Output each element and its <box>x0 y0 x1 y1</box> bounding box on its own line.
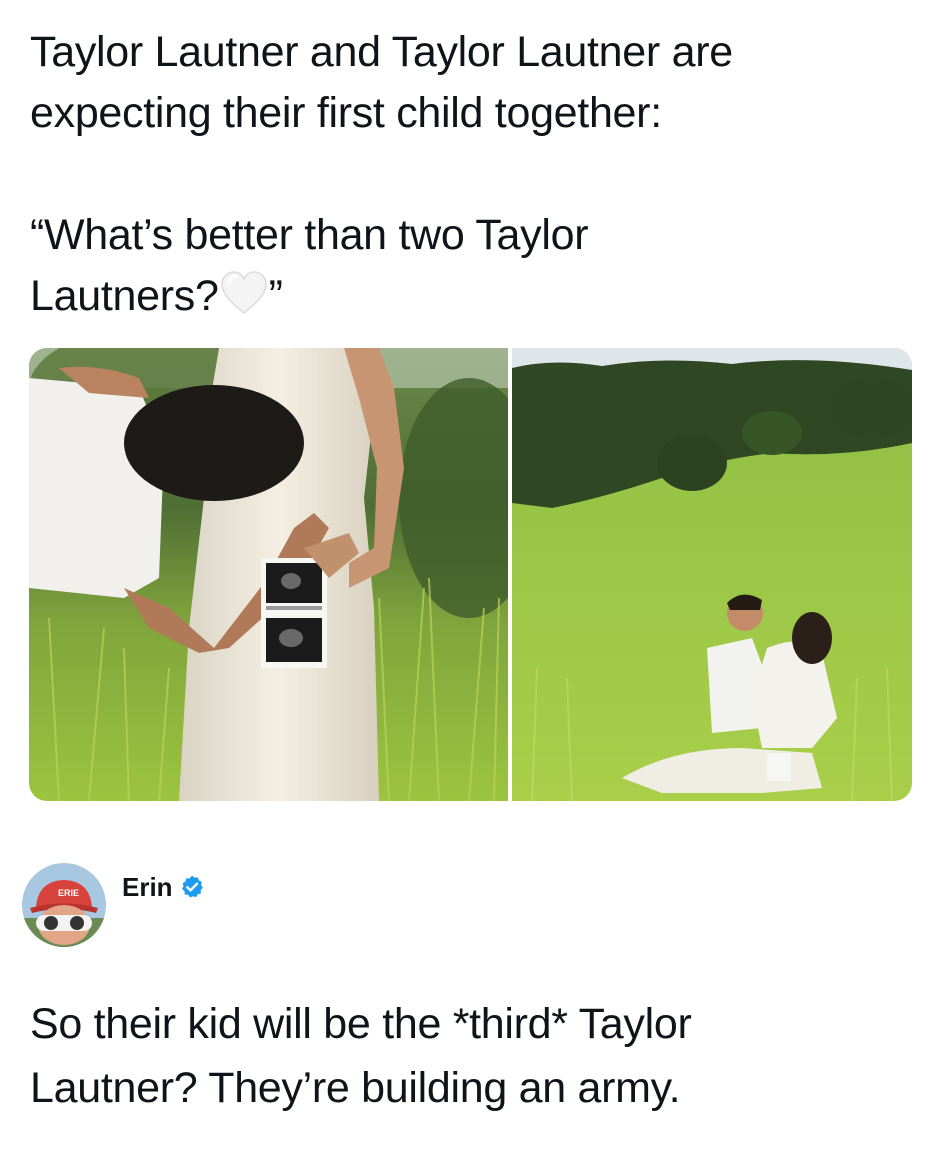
reply-author-row: Erin <box>122 872 205 902</box>
post-text-quote-end: ” <box>268 272 283 320</box>
post-text: Taylor Lautner and Taylor Lautner are ex… <box>30 22 890 333</box>
svg-text:ERIE: ERIE <box>58 888 79 898</box>
reply-text: So their kid will be the *third* Taylor … <box>30 1000 692 1112</box>
reply-author-name[interactable]: Erin <box>122 872 173 903</box>
verified-badge-icon <box>179 874 205 900</box>
white-heart-icon <box>219 270 269 333</box>
media-grid <box>29 348 912 801</box>
photo-couple-in-field[interactable] <box>512 348 912 801</box>
post-text-quote: “What’s better than two Taylor Lautners? <box>30 211 589 320</box>
photo-couple-ultrasound[interactable] <box>29 348 508 801</box>
avatar-red-cap-sunglasses-icon[interactable]: ERIE <box>22 863 106 947</box>
post-text-line-1: Taylor Lautner and Taylor Lautner are ex… <box>30 28 733 137</box>
